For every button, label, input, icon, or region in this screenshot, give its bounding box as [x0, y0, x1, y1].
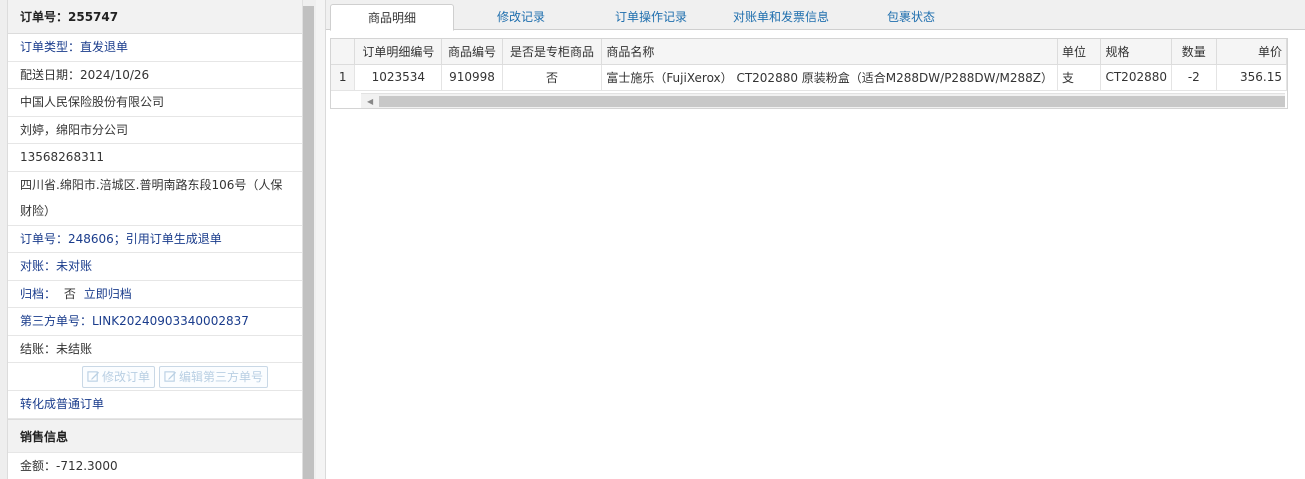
product-grid: 订单明细编号 商品编号 是否是专柜商品 商品名称 单位 规格 数量 单价 1 1… [330, 38, 1288, 109]
header-spec[interactable]: 规格 [1100, 39, 1172, 65]
tab-package-status[interactable]: 包裹状态 [866, 4, 956, 30]
archive-now-link[interactable]: 立即归档 [84, 287, 132, 301]
archive-row: 归档： 否 立即归档 [8, 281, 302, 308]
header-product-name[interactable]: 商品名称 [601, 39, 1058, 65]
panel-splitter[interactable] [316, 0, 326, 479]
cell-spec: CT202880 [1100, 64, 1172, 91]
edit-third-party-button[interactable]: 编辑第三方单号 [159, 365, 269, 388]
convert-to-normal-order-link[interactable]: 转化成普通订单 [8, 391, 302, 419]
edit-third-party-label: 编辑第三方单号 [179, 369, 264, 384]
tab-bar: 商品明细 修改记录 订单操作记录 对账单和发票信息 包裹状态 [326, 0, 1305, 31]
delivery-address: 四川省.绵阳市.涪城区.普明南路东段106号（人保财险） [8, 172, 302, 226]
scroll-left-arrow-icon[interactable]: ◀ [367, 97, 373, 106]
settle-status: 结账：未结账 [8, 336, 302, 363]
header-qty[interactable]: 数量 [1171, 39, 1217, 65]
order-type: 订单类型：直发退单 [8, 34, 302, 62]
action-buttons: 修改订单 编辑第三方单号 [8, 363, 302, 391]
cell-is-counter: 否 [502, 64, 603, 91]
amount: 金额：-712.3000 [8, 453, 302, 479]
product-table: 订单明细编号 商品编号 是否是专柜商品 商品名称 单位 规格 数量 单价 1 1… [331, 39, 1287, 91]
company-name: 中国人民保险股份有限公司 [8, 89, 302, 117]
header-detail-id[interactable]: 订单明细编号 [354, 39, 443, 65]
edit-order-label: 修改订单 [101, 369, 150, 384]
left-panel-scroll-thumb[interactable] [303, 6, 314, 479]
cell-product-id-link[interactable]: 910998 [441, 64, 503, 91]
order-info-panel: 订单号：255747 订单类型：直发退单 配送日期：2024/10/26 中国人… [8, 0, 302, 479]
delivery-date: 配送日期：2024/10/26 [8, 62, 302, 89]
row-number: 1 [331, 64, 356, 91]
tab-modification-log[interactable]: 修改记录 [466, 4, 576, 30]
archive-value: 否 [63, 286, 76, 301]
table-header-row: 订单明细编号 商品编号 是否是专柜商品 商品名称 单位 规格 数量 单价 [331, 39, 1287, 65]
header-price[interactable]: 单价 [1216, 39, 1287, 65]
grid-horizontal-scrollbar[interactable]: ◀ [361, 93, 1285, 108]
header-rownum [331, 39, 356, 65]
tab-order-operation-log[interactable]: 订单操作记录 [596, 4, 706, 30]
grid-right-edge [1288, 38, 1305, 94]
cell-unit: 支 [1057, 64, 1102, 91]
edit-icon [87, 371, 100, 382]
grid-scroll-thumb[interactable] [379, 96, 1285, 107]
third-party-number: 第三方单号：LINK20240903340002837 [8, 308, 302, 336]
archive-label: 归档： [20, 286, 57, 301]
table-row[interactable]: 1 1023534 910998 否 富士施乐（FujiXerox） CT202… [331, 64, 1287, 91]
left-edge-strip [0, 0, 8, 479]
header-is-counter[interactable]: 是否是专柜商品 [502, 39, 603, 65]
main-content: 商品明细 修改记录 订单操作记录 对账单和发票信息 包裹状态 订单明细编号 商品… [326, 0, 1305, 479]
cell-qty: -2 [1171, 64, 1217, 91]
tab-statement-invoice[interactable]: 对账单和发票信息 [716, 4, 846, 30]
order-number-header: 订单号：255747 [8, 0, 302, 34]
cell-product-name-link[interactable]: 富士施乐（FujiXerox） CT202880 原装粉盒（适合M288DW/P… [601, 64, 1058, 91]
contact-name: 刘婷，绵阳市分公司 [8, 117, 302, 144]
sales-info-header: 销售信息 [8, 418, 302, 453]
edit-icon [164, 371, 177, 382]
contact-phone: 13568268311 [8, 144, 302, 172]
cell-price: 356.15 [1216, 64, 1287, 91]
edit-order-button[interactable]: 修改订单 [81, 365, 155, 388]
cell-detail-id: 1023534 [354, 64, 443, 91]
order-reference[interactable]: 订单号：248606；引用订单生成退单 [8, 226, 302, 253]
reconcile-status: 对账：未对账 [8, 253, 302, 281]
header-unit[interactable]: 单位 [1057, 39, 1102, 65]
header-product-id[interactable]: 商品编号 [441, 39, 503, 65]
tab-product-details[interactable]: 商品明细 [330, 4, 454, 31]
